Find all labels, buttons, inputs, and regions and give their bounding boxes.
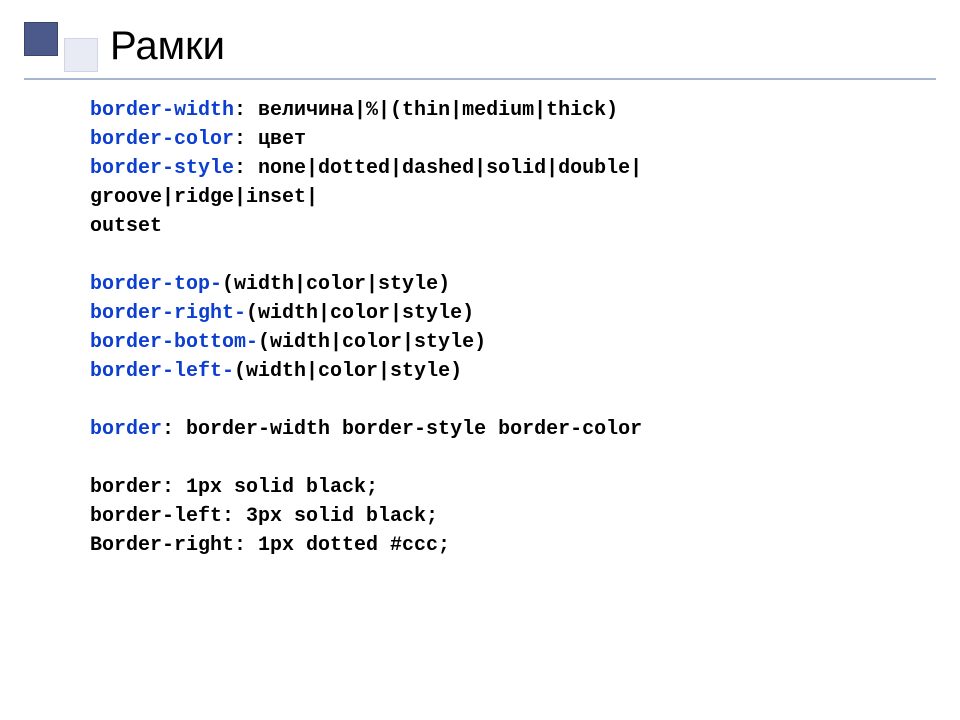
- text: : border-width border-style border-color: [162, 418, 642, 441]
- keyword: border-bottom-: [90, 331, 258, 354]
- keyword: border-right-: [90, 302, 246, 325]
- keyword: border: [90, 418, 162, 441]
- text: Border-right: 1px dotted #ccc;: [90, 534, 450, 557]
- text: border-left: 3px solid black;: [90, 505, 438, 528]
- keyword: border-top-: [90, 273, 222, 296]
- text: (width|color|style): [234, 360, 462, 383]
- slide-title: Рамки: [110, 24, 225, 69]
- text: border: 1px solid black;: [90, 476, 378, 499]
- square-light-icon: [64, 38, 98, 72]
- keyword: border-left-: [90, 360, 234, 383]
- text: outset: [90, 215, 162, 238]
- text: (width|color|style): [222, 273, 450, 296]
- text: groove|ridge|inset|: [90, 186, 318, 209]
- divider: [24, 78, 936, 80]
- text: (width|color|style): [246, 302, 474, 325]
- keyword: border-width: [90, 99, 234, 122]
- text: : none|dotted|dashed|solid|double|: [234, 157, 642, 180]
- keyword: border-color: [90, 128, 234, 151]
- slide-decoration: [24, 22, 98, 72]
- text: : величина|%|(thin|medium|thick): [234, 99, 618, 122]
- text: (width|color|style): [258, 331, 486, 354]
- square-dark-icon: [24, 22, 58, 56]
- keyword: border-style: [90, 157, 234, 180]
- text: : цвет: [234, 128, 306, 151]
- code-block: border-width: величина|%|(thin|medium|th…: [90, 96, 920, 560]
